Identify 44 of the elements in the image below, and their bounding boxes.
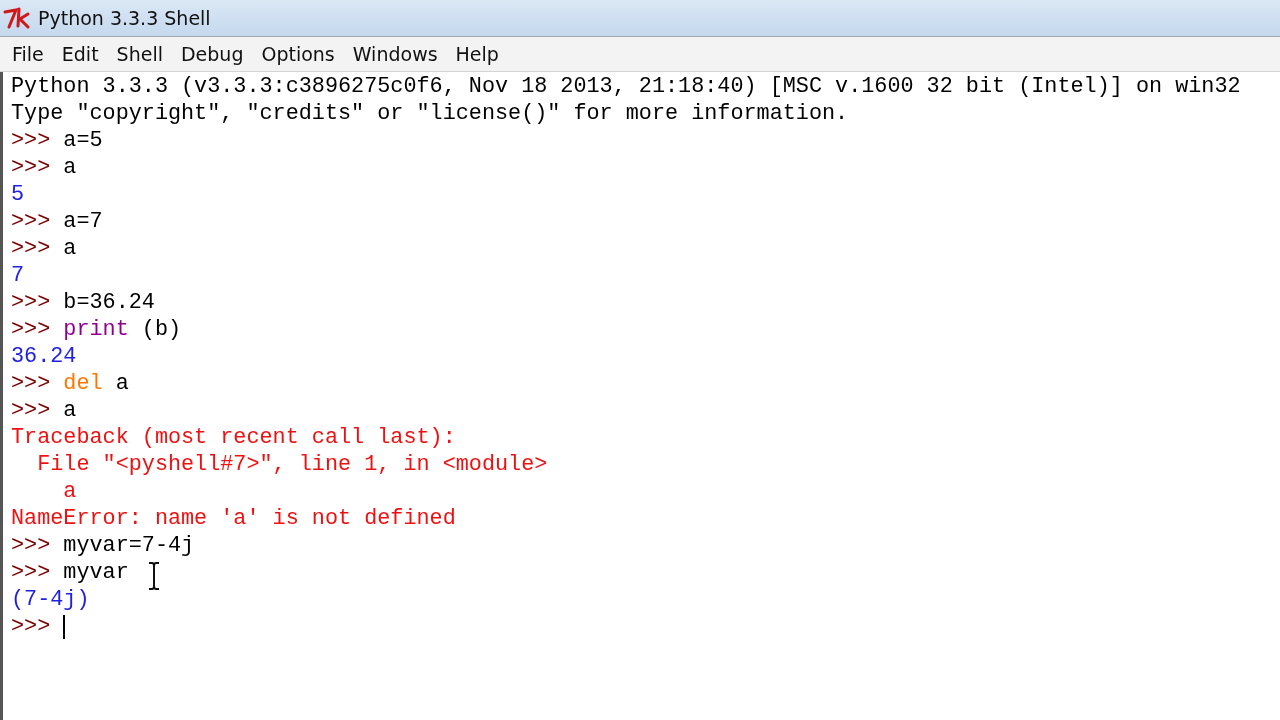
output-text: 36.24 (11, 344, 77, 369)
code-text: a (63, 155, 77, 180)
prompt-text: >>> (11, 533, 51, 558)
error-text: Traceback (most recent call last): (11, 425, 456, 450)
code-text: (b) (141, 317, 182, 342)
prompt-text: >>> (11, 209, 51, 234)
window-title: Python 3.3.3 Shell (38, 7, 211, 29)
app-icon (2, 5, 32, 31)
prompt-text: >>> (11, 560, 51, 585)
prompt-text: >>> (11, 155, 51, 180)
text-cursor-icon (147, 562, 161, 590)
menu-item[interactable]: Windows (343, 43, 447, 65)
prompt-text: >>> (11, 371, 51, 396)
menu-item[interactable]: Edit (52, 43, 108, 65)
code-text: a (63, 236, 77, 261)
prompt-text: >>> (11, 236, 51, 261)
output-text: (7-4j) (11, 587, 90, 612)
prompt-text: >>> (11, 128, 51, 153)
keyword-text: del (63, 371, 103, 396)
banner-text: Type "copyright", "credits" or "license()" for more information. (11, 101, 849, 126)
code-text: a (63, 398, 77, 423)
builtin-text: print (63, 317, 129, 342)
text-caret (63, 614, 66, 639)
error-text: NameError: name 'a' is not defined (11, 506, 456, 531)
menu-item[interactable]: File (3, 43, 53, 65)
code-text: a=5 (63, 128, 103, 153)
prompt-text: >>> (11, 290, 51, 315)
code-text: b=36.24 (63, 290, 155, 315)
output-text: 7 (11, 263, 25, 288)
prompt-text: >>> (11, 398, 51, 423)
menu-item[interactable]: Options (252, 43, 344, 65)
error-text: a (63, 479, 77, 504)
menu-item[interactable]: Debug (171, 43, 253, 65)
code-text: myvar (63, 560, 129, 585)
error-text: File "<pyshell#7>", line 1, in <module> (37, 452, 548, 477)
code-text: myvar=7-4j (63, 533, 195, 558)
prompt-text: >>> (11, 317, 51, 342)
prompt-text: >>> (11, 614, 51, 639)
banner-text: Python 3.3.3 (v3.3.3:c3896275c0f6, Nov 18 2013, 21:18:40) [MSC v.1600 32 bit (Intel)] on win32 (11, 74, 1241, 99)
output-text: 5 (11, 182, 25, 207)
code-text: a=7 (63, 209, 103, 234)
menu-item[interactable]: Shell (107, 43, 172, 65)
code-text: a (115, 371, 129, 396)
menu-item[interactable]: Help (446, 43, 508, 65)
